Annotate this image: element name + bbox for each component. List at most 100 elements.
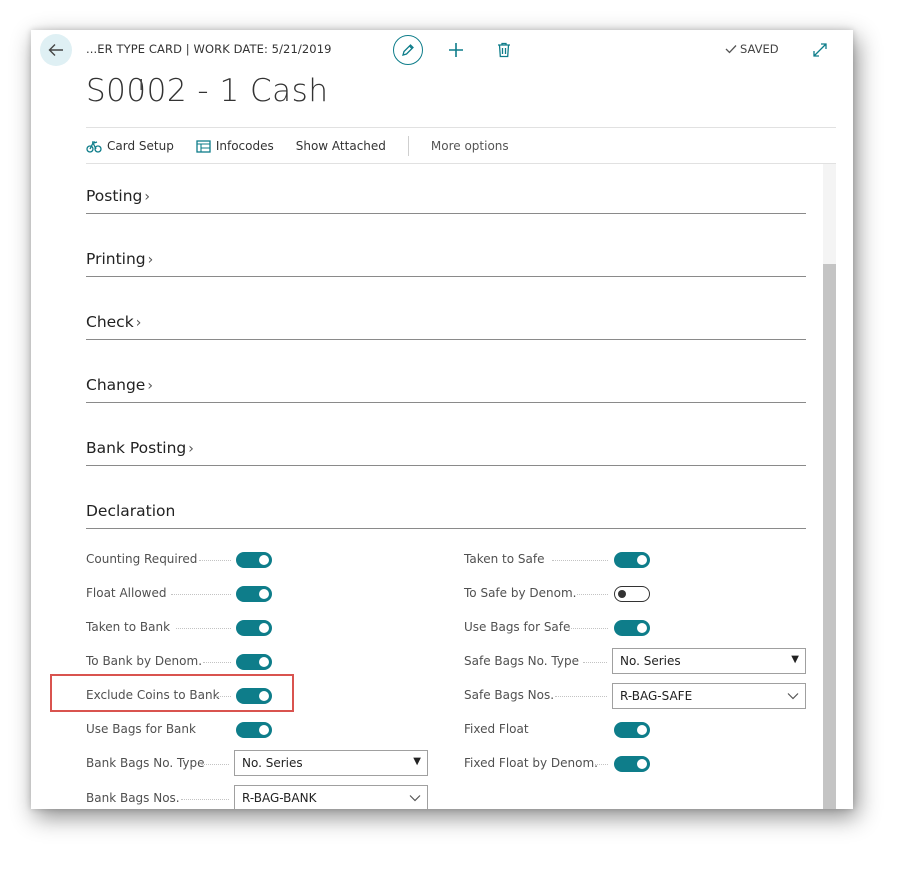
field-label: Counting Required [86,552,198,566]
text-cursor-icon: I [139,76,144,94]
toggle-use-bags-for-bank[interactable] [236,722,272,738]
action-separator [407,136,409,156]
field-label: To Bank by Denom. [86,654,203,668]
field-label: Bank Bags No. Type [86,756,205,770]
scrollbar-thumb[interactable] [823,264,836,809]
field-to-bank-by-denom: To Bank by Denom. [86,654,202,668]
section-declaration[interactable]: Declaration [86,502,806,529]
section-label: Check [86,313,134,331]
chevron-down-icon [409,795,421,802]
expand-icon [813,43,827,57]
page-title: S0002 - 1 Cash [86,73,329,109]
saved-label: SAVED [740,42,779,56]
field-label: Taken to Safe [464,552,545,566]
infocodes-action[interactable]: Infocodes [196,139,274,153]
field-label: Safe Bags Nos. [464,688,555,702]
trash-icon [498,42,510,58]
toggle-fixed-float[interactable] [614,722,650,738]
field-label: Float Allowed [86,586,167,600]
field-float-allowed: Float Allowed [86,586,166,600]
arrow-left-icon [48,44,63,56]
expand-button[interactable] [812,42,828,62]
chevron-down-icon [787,693,799,700]
field-counting-required: Counting Required [86,552,197,566]
toggle-taken-to-safe[interactable] [614,552,650,568]
field-taken-to-safe: Taken to Safe [464,552,544,566]
field-label: To Safe by Denom. [464,586,577,600]
section-bank-posting[interactable]: Bank Posting › [86,439,806,466]
top-toolbar [393,35,515,65]
field-leader [199,560,231,561]
card-setup-label: Card Setup [107,139,174,153]
lookup-value: R-BAG-BANK [242,791,317,805]
toggle-to-bank-by-denom[interactable] [236,654,272,670]
field-safe-bags-nos: Safe Bags Nos. [464,688,554,702]
section-label: Change [86,376,146,394]
select-value: No. Series [620,654,681,668]
field-label: Use Bags for Bank [86,722,196,736]
field-leader [555,696,607,697]
toggle-fixed-float-by-denom[interactable] [614,756,650,772]
field-taken-to-bank: Taken to Bank [86,620,170,634]
field-safe-bags-no-type: Safe Bags No. Type [464,654,579,668]
chevron-right-icon: › [147,378,153,394]
caret-down-icon: ▼ [791,654,799,665]
toggle-float-allowed[interactable] [236,586,272,602]
section-posting[interactable]: Posting › [86,187,806,214]
pencil-icon [402,44,414,56]
card-setup-action[interactable]: Card Setup [86,139,174,153]
toggle-taken-to-bank[interactable] [236,620,272,636]
lookup-value: R-BAG-SAFE [620,689,693,703]
field-leader [176,628,231,629]
calendar-table-icon [196,140,211,153]
toggle-counting-required[interactable] [236,552,272,568]
more-options-action[interactable]: More options [431,139,509,153]
more-options-label: More options [430,139,509,153]
field-leader [171,594,231,595]
caret-down-icon: ▼ [413,756,421,767]
back-button[interactable] [40,34,72,66]
field-label: Bank Bags Nos. [86,791,180,805]
saved-status: SAVED [725,42,779,56]
card-window: ...ER TYPE CARD | WORK DATE: 5/21/2019 S… [31,30,853,809]
bank-bags-nos-lookup[interactable]: R-BAG-BANK [234,785,428,809]
section-label: Posting [86,187,143,205]
bank-bags-no-type-select[interactable]: No. Series ▼ [234,750,428,776]
field-label: Fixed Float [464,722,529,736]
section-check[interactable]: Check › [86,313,806,340]
select-value: No. Series [242,756,303,770]
bicycle-icon [86,141,102,153]
field-fixed-float-by-denom: Fixed Float by Denom. [464,756,598,770]
field-leader [201,764,229,765]
field-use-bags-for-safe: Use Bags for Safe [464,620,570,634]
new-button[interactable] [445,39,467,61]
field-use-bags-for-bank: Use Bags for Bank [86,722,196,736]
field-to-safe-by-denom: To Safe by Denom. [464,586,576,600]
toggle-use-bags-for-safe[interactable] [614,620,650,636]
section-change[interactable]: Change › [86,376,806,403]
delete-button[interactable] [493,39,515,61]
highlight-annotation [50,674,294,712]
chevron-right-icon: › [147,252,154,268]
field-leader [577,594,608,595]
field-label: Taken to Bank [86,620,171,634]
field-label: Safe Bags No. Type [464,654,579,668]
safe-bags-no-type-select[interactable]: No. Series ▼ [612,648,806,674]
divider [86,127,836,128]
chevron-right-icon: › [144,189,151,205]
field-leader [552,560,608,561]
field-leader [203,662,231,663]
check-icon [725,45,737,54]
chevron-right-icon: › [188,441,194,457]
toggle-to-safe-by-denom[interactable] [614,586,650,602]
section-printing[interactable]: Printing › [86,250,806,277]
field-fixed-float: Fixed Float [464,722,529,736]
field-leader [595,764,608,765]
show-attached-action[interactable]: Show Attached [296,139,386,153]
section-label: Printing [86,250,146,268]
show-attached-label: Show Attached [295,139,386,153]
edit-button[interactable] [393,35,423,65]
field-leader [181,799,229,800]
divider [86,163,836,164]
safe-bags-nos-lookup[interactable]: R-BAG-SAFE [612,683,806,709]
